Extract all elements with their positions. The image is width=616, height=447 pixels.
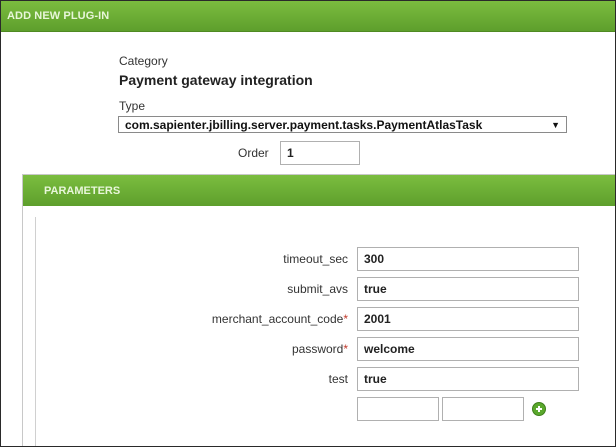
param-label-merchant-account-code: merchant_account_code* (211, 312, 348, 326)
new-param-name-input[interactable] (357, 397, 439, 421)
order-input[interactable] (280, 141, 360, 165)
param-label-timeout-sec: timeout_sec (283, 252, 348, 266)
category-value: Payment gateway integration (119, 72, 313, 88)
required-mark: * (343, 342, 348, 356)
parameters-title: PARAMETERS (44, 185, 121, 197)
param-value-merchant-account-code[interactable] (357, 307, 579, 331)
param-value-submit-avs[interactable] (357, 277, 579, 301)
type-select-value: com.sapienter.jbilling.server.payment.ta… (125, 118, 483, 132)
param-label-test: test (328, 372, 348, 386)
add-icon[interactable] (532, 402, 546, 416)
param-value-test[interactable] (357, 367, 579, 391)
param-label-password: password* (291, 342, 348, 356)
category-label: Category (119, 54, 168, 68)
type-label: Type (119, 99, 146, 113)
order-label: Order (238, 146, 269, 160)
type-select[interactable]: com.sapienter.jbilling.server.payment.ta… (118, 116, 567, 133)
param-value-password[interactable] (357, 337, 579, 361)
chevron-down-icon[interactable]: ▼ (551, 120, 560, 130)
header-title: ADD NEW PLUG-IN (7, 10, 110, 22)
add-plugin-header: ADD NEW PLUG-IN (1, 1, 615, 32)
new-param-value-input[interactable] (442, 397, 524, 421)
plugin-form: ADD NEW PLUG-IN Category Payment gateway… (0, 0, 616, 447)
parameters-header: PARAMETERS (23, 175, 615, 206)
param-value-timeout-sec[interactable] (357, 247, 579, 271)
required-mark: * (343, 312, 348, 326)
param-label-submit-avs: submit_avs (287, 282, 348, 296)
